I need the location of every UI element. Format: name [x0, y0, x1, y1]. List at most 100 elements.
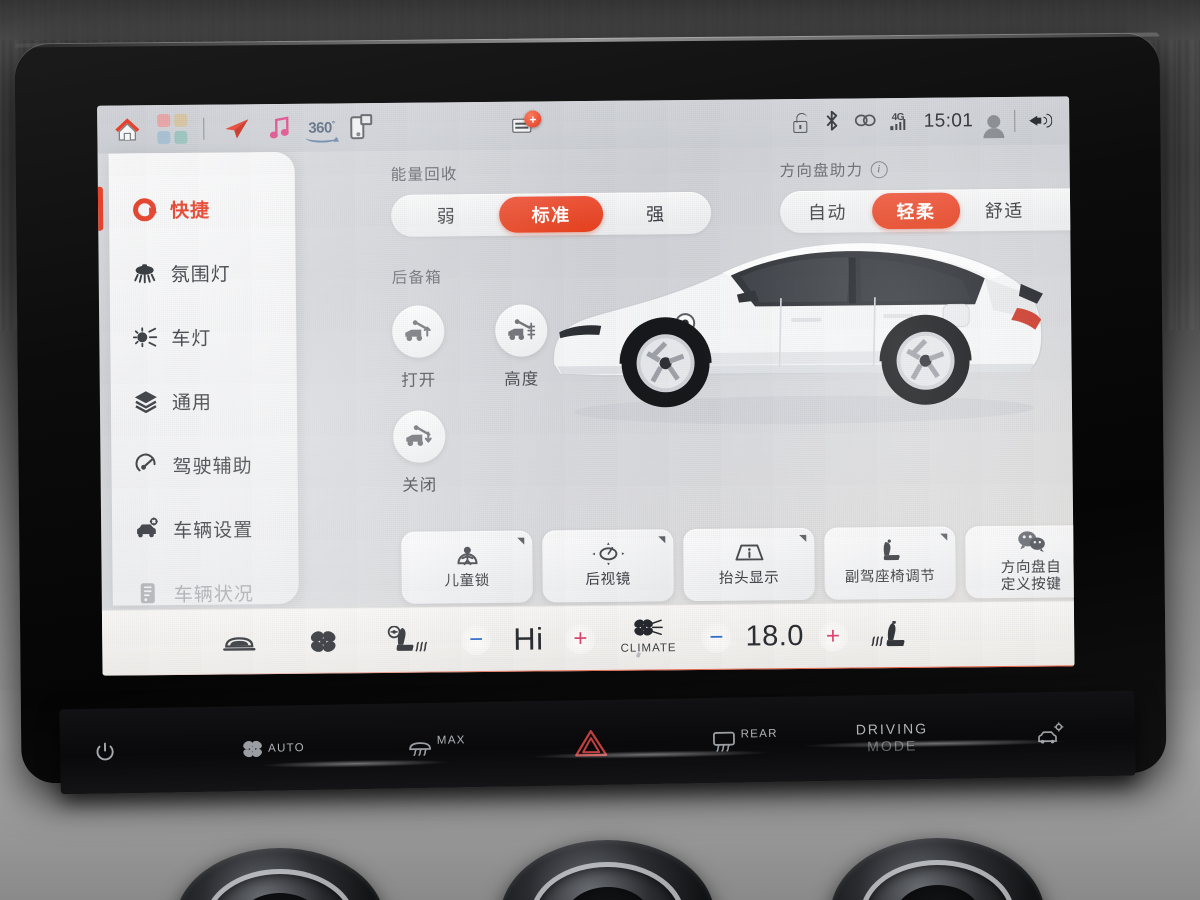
- card-side-mirror[interactable]: 后视镜: [542, 529, 674, 603]
- steering-assist-option-comfort[interactable]: 舒适: [960, 192, 1049, 229]
- energy-recovery-segmented-control[interactable]: 弱 标准 强: [390, 191, 712, 237]
- driver-seat-heat-icon[interactable]: [381, 625, 428, 655]
- passenger-temp-decrease[interactable]: −: [701, 622, 732, 653]
- fan-icon[interactable]: [309, 628, 337, 654]
- rear-defrost-button[interactable]: REAR: [711, 727, 779, 752]
- steering-assist-option-auto[interactable]: 自动: [783, 193, 872, 230]
- energy-recovery-title: 能量回收: [390, 166, 458, 184]
- steering-assist-section: 方向盘助力 i 自动 轻柔 舒适 稳重: [779, 156, 1075, 234]
- driver-temp-value: Hi: [513, 620, 544, 657]
- notification-icon[interactable]: +: [512, 110, 542, 135]
- climate-bar: − Hi + CLIMATE − 18.0 +: [101, 600, 1075, 676]
- sidebar-item-quick[interactable]: 快捷: [97, 176, 296, 242]
- quick-access-icon: [131, 196, 157, 222]
- card-label-line2: 定义按键: [1000, 576, 1062, 594]
- head-up-display-icon: [732, 541, 766, 565]
- camera-360-arc: [305, 131, 339, 143]
- music-icon[interactable]: [266, 115, 292, 141]
- sidebar-item-label: 驾驶辅助: [172, 455, 253, 478]
- rear-label: REAR: [740, 727, 778, 740]
- trunk-close-button[interactable]: 关闭: [393, 410, 446, 495]
- infotainment-screen: 360° + 4G 15:01 快捷 氛围灯 车灯 通用 驾驶辅助 车辆设置 车…: [97, 96, 1075, 676]
- power-button[interactable]: [94, 740, 116, 762]
- climate-dial[interactable]: CLIMATE: [617, 604, 680, 669]
- driver-temp-increase[interactable]: +: [565, 623, 596, 654]
- status-divider: [203, 117, 205, 140]
- sidebar-item-headlight[interactable]: 车灯: [110, 304, 297, 370]
- bluetooth-icon[interactable]: [824, 109, 841, 136]
- infotainment-bezel: 360° + 4G 15:01 快捷 氛围灯 车灯 通用 驾驶辅助 车辆设置 车…: [14, 32, 1167, 784]
- sidebar-item-ambient-light[interactable]: 氛围灯: [109, 240, 296, 306]
- driving-mode-button[interactable]: DRIVING MODE: [856, 720, 929, 754]
- shortcut-cards: 儿童锁 后视镜 抬头显示 副驾座椅调节 方向盘自 定义按键: [401, 525, 1075, 604]
- navigation-icon[interactable]: [220, 115, 250, 141]
- climate-dial-fan: [617, 617, 679, 638]
- screen-body: 快捷 氛围灯 车灯 通用 驾驶辅助 车辆设置 车辆状况 能量回收 弱 标准 强 …: [97, 144, 1075, 676]
- sidebar-item-label: 车辆状况: [173, 583, 254, 606]
- card-child-lock[interactable]: 儿童锁: [401, 530, 533, 604]
- driving-assist-icon: [133, 452, 159, 478]
- card-label: 儿童锁: [444, 573, 490, 590]
- card-corner-marker: [940, 533, 948, 541]
- steering-assist-segmented-control[interactable]: 自动 轻柔 舒适 稳重: [779, 187, 1075, 234]
- auto-fan-button[interactable]: AUTO: [242, 738, 305, 759]
- ambient-light-icon: [132, 260, 158, 286]
- trunk-close-label: 关闭: [402, 476, 438, 495]
- energy-recovery-option-weak[interactable]: 弱: [394, 197, 499, 234]
- card-passenger-seat-adjust[interactable]: 副驾座椅调节: [824, 526, 956, 600]
- steering-assist-option-light[interactable]: 轻柔: [871, 192, 961, 230]
- passenger-temp-increase[interactable]: +: [817, 621, 849, 652]
- trunk-height-button[interactable]: 高度: [495, 304, 548, 389]
- trunk-height-icon: [495, 304, 548, 357]
- card-label-line1: 方向盘自: [1000, 559, 1062, 576]
- card-corner-marker: [658, 536, 666, 544]
- sidebar: 快捷 氛围灯 车灯 通用 驾驶辅助 车辆设置 车辆状况: [97, 151, 299, 606]
- lock-icon[interactable]: [793, 112, 810, 133]
- max-defrost-button[interactable]: MAX: [407, 734, 466, 757]
- card-label: 方向盘自 定义按键: [1001, 559, 1062, 594]
- button-glow: [530, 748, 771, 761]
- sidebar-item-general[interactable]: 通用: [111, 368, 298, 434]
- home-icon[interactable]: [113, 116, 141, 142]
- camera-360-icon[interactable]: 360°: [305, 119, 339, 143]
- info-icon[interactable]: i: [870, 160, 888, 178]
- auto-label: AUTO: [267, 741, 306, 755]
- trunk-close-icon: [393, 410, 446, 463]
- child-lock-icon: [454, 544, 480, 568]
- passenger-temp-value: 18.0: [745, 619, 805, 653]
- headlight-icon: [132, 324, 158, 350]
- driver-temp-decrease[interactable]: −: [461, 624, 492, 655]
- trunk-title: 后备箱: [391, 269, 442, 287]
- driving-mode-line1: DRIVING: [855, 720, 929, 738]
- passenger-seat-heat-icon[interactable]: [870, 620, 916, 650]
- vehicle-status-icon: [135, 580, 161, 606]
- phone-projection-icon[interactable]: [350, 114, 373, 140]
- status-divider-2: [1014, 109, 1016, 132]
- clock: 15:01: [923, 110, 974, 132]
- dashboard-scene: 360° + 4G 15:01 快捷 氛围灯 车灯 通用 驾驶辅助 车辆设置 车…: [0, 0, 1200, 900]
- user-profile-icon[interactable]: [987, 114, 1001, 128]
- volume-icon[interactable]: [1029, 111, 1053, 131]
- trunk-open-button[interactable]: 打开: [392, 305, 445, 390]
- steering-assist-option-heavy[interactable]: 稳重: [1048, 191, 1074, 228]
- link-icon[interactable]: [855, 112, 877, 132]
- sidebar-item-label: 快捷: [169, 200, 211, 222]
- card-head-up-display[interactable]: 抬头显示: [683, 527, 815, 602]
- button-glow: [800, 737, 1071, 750]
- max-label: MAX: [436, 733, 466, 747]
- card-steering-wheel-custom-key[interactable]: 方向盘自 定义按键: [965, 525, 1075, 599]
- trunk-section: 后备箱 打开 高度 关闭: [392, 264, 614, 496]
- energy-recovery-option-standard[interactable]: 标准: [498, 195, 604, 233]
- passenger-seat-adjust-icon: [876, 539, 904, 563]
- notification-badge: +: [524, 110, 542, 128]
- apps-grid-icon[interactable]: [157, 113, 188, 145]
- climate-accent-line: [102, 665, 1075, 676]
- trunk-open-icon: [392, 305, 445, 358]
- sidebar-item-driving-assist[interactable]: 驾驶辅助: [111, 432, 298, 498]
- front-defrost-icon[interactable]: [222, 629, 256, 655]
- trunk-open-label: 打开: [401, 371, 437, 390]
- sidebar-item-vehicle-settings[interactable]: 车辆设置: [112, 496, 299, 562]
- steering-assist-title: 方向盘助力: [779, 162, 864, 181]
- card-label: 后视镜: [585, 572, 631, 589]
- energy-recovery-option-strong[interactable]: 强: [603, 195, 708, 232]
